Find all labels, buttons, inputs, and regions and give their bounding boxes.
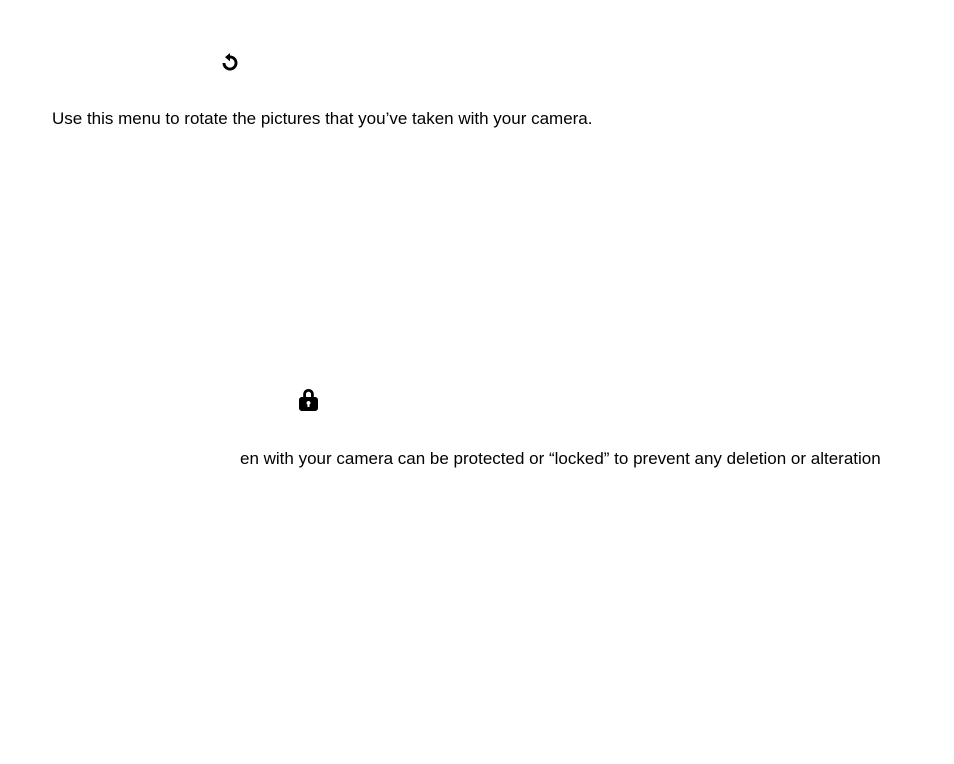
lock-icon [299, 389, 318, 411]
lock-description-text: en with your camera can be protected or … [240, 449, 881, 469]
rotate-description-text: Use this menu to rotate the pictures tha… [52, 109, 593, 129]
rotate-icon [220, 53, 240, 73]
